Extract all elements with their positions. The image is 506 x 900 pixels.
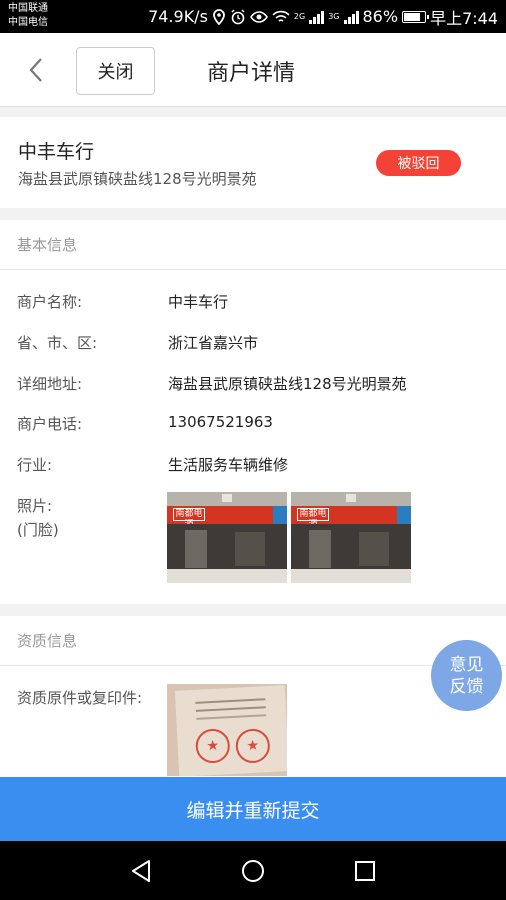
row-sublabel: (门脸)	[17, 521, 59, 539]
store-sign-blue	[273, 506, 287, 524]
basic-info-section: 基本信息 商户名称: 中丰车行 省、市、区: 浙江省嘉兴市 详细地址: 海盐县武…	[0, 220, 506, 604]
store-floor	[167, 569, 287, 583]
section-heading: 基本信息	[0, 220, 506, 270]
row-label: 商户名称:	[17, 293, 83, 311]
close-button[interactable]: 关闭	[76, 47, 155, 95]
store-upper-wall	[291, 492, 411, 506]
qualification-document-photo[interactable]: ★ ★	[167, 684, 287, 776]
store-sign: 南都电源	[291, 506, 411, 530]
store-sign-text: 南都电源	[297, 508, 329, 530]
location-icon	[213, 8, 225, 25]
row-label: 行业:	[17, 456, 53, 474]
red-seal-icon: ★	[194, 728, 231, 764]
edit-resubmit-button[interactable]: 编辑并重新提交	[0, 777, 506, 841]
signal-2-icon	[343, 10, 359, 24]
store-sign: 南都电源	[167, 506, 287, 530]
row-label: 照片:	[17, 497, 53, 515]
row-label: 资质原件或复印件:	[17, 689, 143, 707]
document-paper: ★ ★	[174, 685, 287, 776]
feedback-button[interactable]: 意见 反馈	[431, 640, 502, 711]
nav-home-icon[interactable]	[238, 856, 268, 886]
feedback-line-2: 反馈	[449, 676, 484, 697]
status-icons: 74.9K/s 2G 3G 86% 早上7:44	[148, 0, 498, 33]
back-arrow-icon[interactable]	[22, 55, 52, 85]
section-heading: 资质信息	[0, 616, 506, 666]
carrier-info: 中国联通 中国电信	[8, 2, 48, 30]
battery-percent: 86%	[362, 7, 399, 26]
app-header: 关闭 商户详情	[0, 33, 506, 107]
store-entrance	[167, 524, 287, 569]
battery-icon	[402, 10, 430, 23]
store-floor	[291, 569, 411, 583]
nav-back-icon[interactable]	[126, 856, 156, 886]
network-speed: 74.9K/s	[148, 7, 208, 26]
store-sign-blue	[397, 506, 411, 524]
red-seal-icon: ★	[234, 728, 271, 764]
row-value: 中丰车行	[168, 293, 229, 311]
store-sign-text: 南都电源	[173, 508, 205, 530]
merchant-name: 中丰车行	[18, 141, 95, 163]
page-title-text: 商户详情	[207, 61, 296, 86]
document-text-lines	[195, 698, 266, 704]
eye-icon	[249, 10, 268, 23]
wifi-icon	[272, 10, 290, 22]
merchant-address: 海盐县武原镇硖盐线128号光明景苑	[18, 170, 257, 188]
row-label: 详细地址:	[17, 375, 83, 393]
carrier-1: 中国联通	[8, 3, 48, 14]
network-type-2: 3G	[328, 12, 340, 21]
row-value: 13067521963	[168, 413, 273, 431]
clock: 早上7:44	[430, 8, 498, 28]
nav-recents-icon[interactable]	[350, 856, 380, 886]
signal-1-icon	[309, 10, 325, 24]
store-entrance	[291, 524, 411, 569]
alarm-icon	[231, 9, 245, 24]
system-nav-bar	[0, 841, 506, 900]
status-bar: 中国联通 中国电信 74.9K/s 2G 3G 86% 早上7:44	[0, 0, 506, 33]
row-label: 省、市、区:	[17, 334, 98, 352]
feedback-line-1: 意见	[449, 654, 484, 675]
network-type-1: 2G	[293, 12, 306, 21]
row-value: 海盐县武原镇硖盐线128号光明景苑	[168, 375, 407, 393]
status-badge: 被驳回	[376, 150, 461, 176]
qualification-section: 资质信息 资质原件或复印件: ★ ★	[0, 616, 506, 777]
carrier-2: 中国电信	[8, 17, 48, 28]
row-value: 生活服务车辆维修	[168, 456, 289, 474]
row-value: 浙江省嘉兴市	[168, 334, 259, 352]
store-upper-wall	[167, 492, 287, 506]
merchant-summary: 中丰车行 海盐县武原镇硖盐线128号光明景苑 被驳回	[0, 117, 506, 208]
storefront-photo-2[interactable]: 南都电源	[291, 492, 411, 583]
row-label: 商户电话:	[17, 415, 83, 433]
storefront-photo-1[interactable]: 南都电源	[167, 492, 287, 583]
